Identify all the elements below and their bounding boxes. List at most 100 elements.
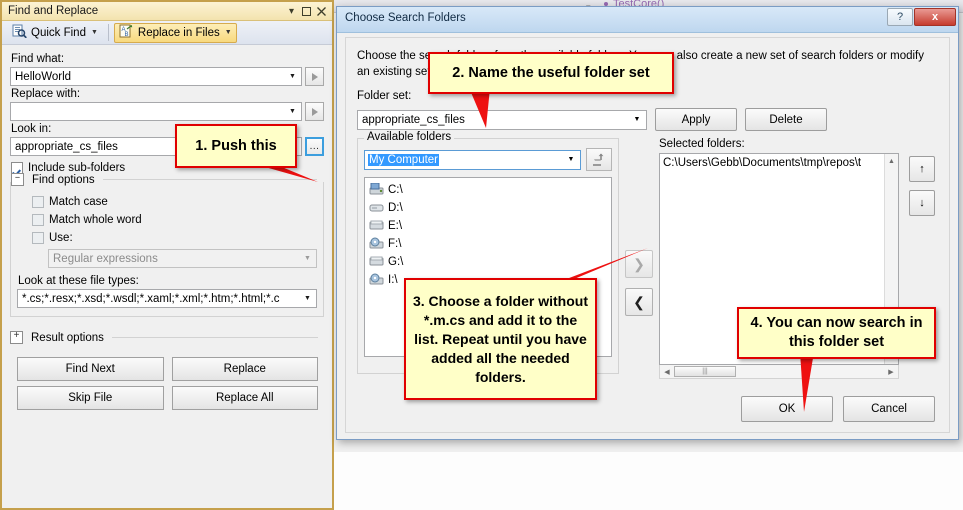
ok-button[interactable]: OK <box>741 396 833 422</box>
match-case-checkbox[interactable] <box>32 196 44 208</box>
list-item[interactable]: D:\ <box>367 199 611 217</box>
replace-with-input[interactable]: ▼ <box>10 102 302 121</box>
drive-label: G:\ <box>388 256 404 268</box>
location-select[interactable]: My Computer ▼ <box>364 149 581 170</box>
find-what-expand-button[interactable] <box>305 67 324 86</box>
file-types-input[interactable]: *.cs;*.resx;*.xsd;*.wsdl;*.xaml;*.xml;*.… <box>17 289 317 308</box>
find-next-button[interactable]: Find Next <box>17 357 164 381</box>
divider <box>111 337 318 338</box>
browse-folders-button[interactable]: ... <box>305 137 324 156</box>
drive-label: E:\ <box>388 220 403 232</box>
use-expression-value: Regular expressions <box>53 252 158 265</box>
dialog-titlebar: Choose Search Folders ? x <box>337 7 958 33</box>
chevron-down-icon[interactable]: ▼ <box>630 116 644 123</box>
close-icon[interactable] <box>314 4 329 19</box>
callout-3: 3. Choose a folder without *.m.cs and ad… <box>404 278 597 400</box>
replace-all-button[interactable]: Replace All <box>171 386 318 410</box>
result-options-header: + Result options <box>10 331 324 345</box>
chevron-down-icon[interactable]: ▼ <box>225 29 232 36</box>
quick-find-button[interactable]: Quick Find ▼ <box>7 23 103 43</box>
result-options-expander-icon[interactable]: + <box>10 331 23 344</box>
find-options-expander-icon[interactable]: – <box>11 173 24 186</box>
dialog-title: Choose Search Folders <box>345 12 466 24</box>
transfer-buttons: ❯ ❮ <box>625 250 655 326</box>
folder-set-input[interactable]: appropriate_cs_files ▼ <box>357 109 647 130</box>
replace-with-expand-button[interactable] <box>305 102 324 121</box>
location-value: My Computer <box>368 153 440 166</box>
scrollbar-thumb[interactable]: ||| <box>674 366 736 377</box>
drive-icon <box>369 219 385 233</box>
chevron-down-icon[interactable]: ▼ <box>286 68 299 85</box>
available-folders-label: Available folders <box>364 131 455 143</box>
move-down-button[interactable]: ↓ <box>909 190 935 216</box>
use-row[interactable]: Use: <box>32 232 317 244</box>
replace-with-row: ▼ <box>10 102 324 121</box>
play-icon <box>311 107 318 116</box>
dialog-window-buttons: ? x <box>887 8 956 26</box>
chevron-down-icon[interactable]: ▼ <box>564 156 578 163</box>
help-icon[interactable]: ? <box>887 8 913 26</box>
find-options-title: Find options <box>29 173 98 186</box>
skip-file-button[interactable]: Skip File <box>17 386 164 410</box>
available-location-row: My Computer ▼ <box>364 148 612 171</box>
list-item[interactable]: E:\ <box>367 217 611 235</box>
quick-find-label: Quick Find <box>31 26 86 39</box>
list-item[interactable]: C:\Users\Gebb\Documents\tmp\repos\t <box>660 154 898 169</box>
list-item[interactable]: C:\ <box>367 181 611 199</box>
find-options-header: – Find options <box>11 173 323 186</box>
match-case-label: Match case <box>49 196 108 208</box>
reorder-buttons: ↑ ↓ <box>909 156 935 224</box>
list-item[interactable]: F:\ <box>367 235 611 253</box>
replace-in-files-button[interactable]: A B Replace in Files ▼ <box>113 22 237 43</box>
match-whole-word-row[interactable]: Match whole word <box>32 214 317 226</box>
find-what-value: HelloWorld <box>15 70 72 83</box>
find-replace-toolbar: Quick Find ▼ A B Replace in Files ▼ <box>2 21 332 45</box>
scroll-right-icon[interactable]: ▶ <box>884 368 898 376</box>
use-combo-wrap: Regular expressions ▼ <box>48 249 317 268</box>
maximize-icon[interactable] <box>299 4 314 19</box>
find-options-list: Match case Match whole word Use: Regular… <box>31 196 317 268</box>
use-checkbox[interactable] <box>32 232 44 244</box>
match-whole-word-checkbox[interactable] <box>32 214 44 226</box>
find-what-label: Find what: <box>11 53 65 65</box>
find-replace-actions: Find Next Replace Skip File Replace All <box>10 357 324 410</box>
chevron-down-icon[interactable]: ▼ <box>301 290 314 307</box>
selected-folders-label: Selected folders: <box>659 138 745 150</box>
apply-button[interactable]: Apply <box>655 108 737 131</box>
use-expression-select[interactable]: Regular expressions ▼ <box>48 249 317 268</box>
use-label: Use: <box>49 232 73 244</box>
divider <box>102 179 317 180</box>
scroll-left-icon[interactable]: ◀ <box>660 368 674 376</box>
drive-label: I:\ <box>388 274 398 286</box>
chevron-down-icon[interactable]: ▼ <box>301 250 314 267</box>
up-one-level-icon[interactable] <box>586 148 612 171</box>
close-icon[interactable]: x <box>914 8 956 26</box>
chevron-down-icon[interactable]: ▼ <box>286 103 299 120</box>
scroll-up-icon[interactable]: ▲ <box>885 154 898 168</box>
chevron-down-icon[interactable]: ▼ <box>91 29 98 36</box>
find-what-input[interactable]: HelloWorld ▼ <box>10 67 302 86</box>
replace-in-files-label: Replace in Files <box>137 26 220 39</box>
chevron-down-icon[interactable]: ▾ <box>284 4 299 19</box>
match-case-row[interactable]: Match case <box>32 196 317 208</box>
delete-button[interactable]: Delete <box>745 108 827 131</box>
folder-set-label: Folder set: <box>357 90 412 102</box>
list-item[interactable]: G:\ <box>367 253 611 271</box>
move-up-button[interactable]: ↑ <box>909 156 935 182</box>
add-folder-button[interactable]: ❯ <box>625 250 653 278</box>
file-types-value: *.cs;*.resx;*.xsd;*.wsdl;*.xaml;*.xml;*.… <box>22 292 280 305</box>
folder-set-row: appropriate_cs_files ▼ Apply Delete <box>357 108 935 131</box>
callout-4: 4. You can now search in this folder set <box>737 307 936 359</box>
cancel-button[interactable]: Cancel <box>843 396 935 422</box>
callout-1: 1. Push this <box>175 124 297 168</box>
system-drive-icon <box>369 182 385 197</box>
find-and-replace-window: Find and Replace ▾ Quick Find ▼ A B Repl… <box>0 0 334 510</box>
remove-folder-button[interactable]: ❮ <box>625 288 653 316</box>
page-title: Find and Replace <box>8 5 99 17</box>
replace-with-label: Replace with: <box>11 88 81 100</box>
replace-button[interactable]: Replace <box>171 357 318 381</box>
horizontal-scrollbar[interactable]: ◀ ||| ▶ <box>659 365 899 379</box>
optical-drive-icon <box>369 237 385 251</box>
toolbar-divider <box>107 24 109 41</box>
result-options-title: Result options <box>28 331 107 344</box>
